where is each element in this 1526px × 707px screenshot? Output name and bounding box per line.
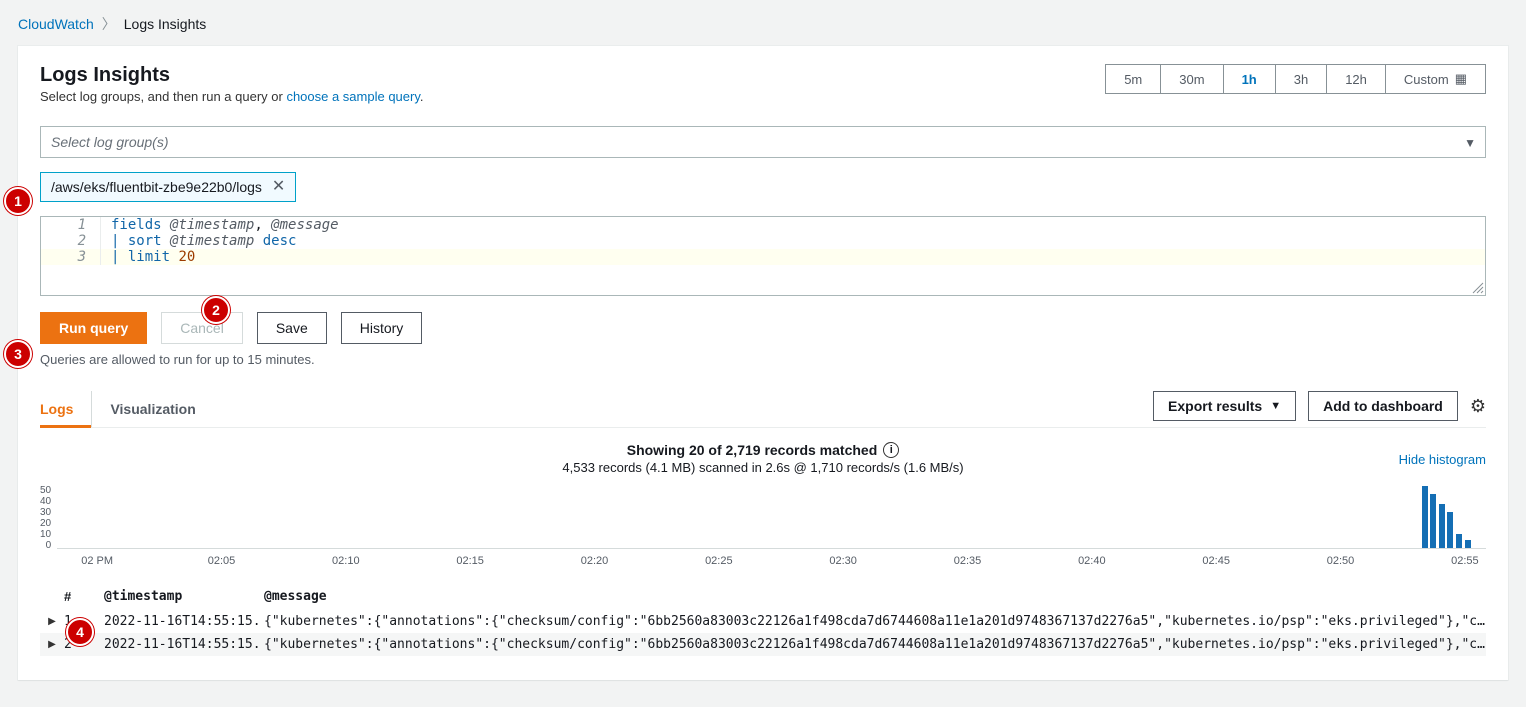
hide-histogram-link[interactable]: Hide histogram: [1399, 452, 1486, 467]
histogram-bar: [1422, 486, 1428, 548]
export-results-button[interactable]: Export results▼: [1153, 391, 1296, 421]
histogram-bar: [1430, 494, 1436, 548]
row-timestamp: 2022-11-16T14:55:15.: [104, 637, 264, 652]
time-range-12h[interactable]: 12h: [1327, 65, 1386, 93]
main-panel: 1 2 3 4 Logs Insights Select log groups,…: [18, 46, 1508, 680]
page-title: Logs Insights: [40, 64, 424, 87]
history-button[interactable]: History: [341, 312, 423, 344]
histogram: [57, 485, 1486, 549]
callout-4: 4: [66, 618, 94, 646]
add-to-dashboard-button[interactable]: Add to dashboard: [1308, 391, 1458, 421]
cancel-button: Cancel: [161, 312, 243, 344]
tab-visualization[interactable]: Visualization: [110, 391, 195, 427]
expand-icon[interactable]: ▶: [40, 637, 64, 652]
summary-scanned: 4,533 records (4.1 MB) scanned in 2.6s @…: [40, 460, 1486, 475]
row-timestamp: 2022-11-16T14:55:15.: [104, 614, 264, 629]
time-range-30m[interactable]: 30m: [1161, 65, 1223, 93]
query-editor[interactable]: 1 fields @timestamp, @message 2 | sort @…: [40, 216, 1486, 296]
table-row[interactable]: ▶22022-11-16T14:55:15.{"kubernetes":{"an…: [40, 633, 1486, 656]
chevron-right-icon: 〉: [102, 14, 116, 34]
chevron-down-icon: ▼: [1464, 136, 1476, 150]
histogram-bar: [1456, 534, 1462, 548]
page-subtitle: Select log groups, and then run a query …: [40, 89, 424, 104]
row-message: {"kubernetes":{"annotations":{"checksum/…: [264, 637, 1486, 652]
selected-log-group-chip: /aws/eks/fluentbit-zbe9e22b0/logs ✕: [40, 172, 296, 202]
info-icon[interactable]: i: [883, 442, 899, 458]
resize-handle-icon[interactable]: [1471, 281, 1485, 295]
table-row[interactable]: ▶12022-11-16T14:55:15.{"kubernetes":{"an…: [40, 610, 1486, 633]
results-table-header: # @timestamp @message: [40, 583, 1486, 610]
close-icon[interactable]: ✕: [272, 179, 285, 195]
expand-icon[interactable]: ▶: [40, 614, 64, 629]
chip-label: /aws/eks/fluentbit-zbe9e22b0/logs: [51, 179, 262, 195]
breadcrumb-current: Logs Insights: [124, 16, 207, 32]
callout-3: 3: [4, 340, 32, 368]
summary-matched: Showing 20 of 2,719 records matched: [627, 442, 878, 458]
breadcrumb: CloudWatch 〉 Logs Insights: [18, 14, 1508, 34]
histogram-y-axis: 50403020100: [40, 485, 57, 549]
breadcrumb-root[interactable]: CloudWatch: [18, 16, 94, 32]
histogram-x-axis: 02 PM02:0502:1002:1502:2002:2502:3002:35…: [76, 555, 1486, 569]
histogram-bar: [1447, 512, 1453, 548]
line-number: 3: [41, 249, 101, 265]
calendar-icon: ▦: [1455, 71, 1467, 87]
save-button[interactable]: Save: [257, 312, 327, 344]
chevron-down-icon: ▼: [1270, 400, 1281, 412]
histogram-bar: [1465, 540, 1471, 548]
histogram-bar: [1439, 504, 1445, 548]
time-range-1h[interactable]: 1h: [1224, 65, 1276, 93]
time-range-5m[interactable]: 5m: [1106, 65, 1161, 93]
time-range-picker: 5m30m1h3h12hCustom▦: [1105, 64, 1486, 94]
line-number: 2: [41, 233, 101, 249]
time-range-custom[interactable]: Custom▦: [1386, 65, 1485, 93]
time-range-3h[interactable]: 3h: [1276, 65, 1327, 93]
callout-1: 1: [4, 187, 32, 215]
gear-icon[interactable]: ⚙: [1470, 396, 1486, 417]
row-message: {"kubernetes":{"annotations":{"checksum/…: [264, 614, 1486, 629]
query-note: Queries are allowed to run for up to 15 …: [40, 352, 1486, 367]
sample-query-link[interactable]: choose a sample query: [286, 89, 419, 104]
log-group-select[interactable]: Select log group(s): [40, 126, 1486, 158]
run-query-button[interactable]: Run query: [40, 312, 147, 344]
callout-2: 2: [202, 296, 230, 324]
tab-logs[interactable]: Logs: [40, 391, 92, 427]
line-number: 1: [41, 217, 101, 233]
